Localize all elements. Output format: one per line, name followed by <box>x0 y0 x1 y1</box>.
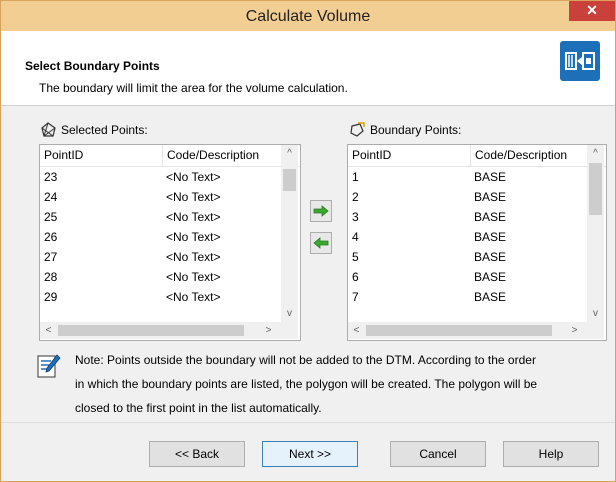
cell-pointid: 25 <box>44 210 58 224</box>
scroll-down-icon[interactable]: v <box>587 305 604 322</box>
list-item[interactable]: 26 <No Text> <box>40 227 282 247</box>
selected-list-header: PointID Code/Description <box>40 145 300 167</box>
boundary-points-label: Boundary Points: <box>349 122 461 137</box>
cell-pointid: 24 <box>44 190 58 204</box>
scroll-left-icon[interactable]: < <box>40 322 57 339</box>
title-bar: Calculate Volume ✕ <box>1 1 615 31</box>
arrow-right-icon <box>313 205 329 217</box>
cell-code: <No Text> <box>166 210 221 224</box>
scroll-thumb[interactable] <box>366 325 552 336</box>
cell-code: BASE <box>474 250 507 264</box>
list-item[interactable]: 2 BASE <box>348 187 588 207</box>
cell-pointid: 6 <box>352 270 359 284</box>
boundary-points-label-text: Boundary Points: <box>370 122 462 137</box>
scroll-up-icon[interactable]: ^ <box>587 145 604 162</box>
cell-code: <No Text> <box>166 250 221 264</box>
cell-code: BASE <box>474 210 507 224</box>
add-to-boundary-button[interactable] <box>310 200 332 222</box>
selected-vertical-scrollbar[interactable]: ^ v <box>281 145 298 323</box>
cell-pointid: 2 <box>352 190 359 204</box>
list-item[interactable]: 6 BASE <box>348 267 588 287</box>
volume-wizard-icon <box>560 41 600 81</box>
boundary-vertical-scrollbar[interactable]: ^ v <box>587 145 604 323</box>
cell-code: BASE <box>474 170 507 184</box>
list-item[interactable]: 1 BASE <box>348 167 588 187</box>
boundary-list-header: PointID Code/Description <box>348 145 606 167</box>
selected-horizontal-scrollbar[interactable]: < > <box>40 322 282 339</box>
step-description: The boundary will limit the area for the… <box>39 81 348 95</box>
cell-code: <No Text> <box>166 290 221 304</box>
list-item[interactable]: 28 <No Text> <box>40 267 282 287</box>
list-item[interactable]: 7 BASE <box>348 287 588 307</box>
cell-code: <No Text> <box>166 170 221 184</box>
list-item[interactable]: 27 <No Text> <box>40 247 282 267</box>
help-button[interactable]: Help <box>503 441 599 467</box>
note-line: Note: Points outside the boundary will n… <box>75 353 536 367</box>
scroll-thumb[interactable] <box>589 163 602 215</box>
cell-pointid: 7 <box>352 290 359 304</box>
list-item[interactable]: 3 BASE <box>348 207 588 227</box>
step-title: Select Boundary Points <box>25 59 160 73</box>
boundary-points-list[interactable]: PointID Code/Description 1 BASE 2 BASE 3… <box>347 144 607 341</box>
list-item[interactable]: 5 BASE <box>348 247 588 267</box>
list-item[interactable]: 25 <No Text> <box>40 207 282 227</box>
remove-from-boundary-button[interactable] <box>310 232 332 254</box>
cell-pointid: 26 <box>44 230 58 244</box>
cell-pointid: 28 <box>44 270 58 284</box>
note-text: Note: Points outside the boundary will n… <box>75 348 595 420</box>
scroll-right-icon[interactable]: > <box>260 322 277 339</box>
cell-code: <No Text> <box>166 230 221 244</box>
footer-separator <box>1 422 615 423</box>
col-header-pointid[interactable]: PointID <box>40 145 162 166</box>
scroll-corner <box>587 322 604 339</box>
selected-points-label: Selected Points: <box>41 122 148 137</box>
cell-pointid: 27 <box>44 250 58 264</box>
cell-pointid: 4 <box>352 230 359 244</box>
list-item[interactable]: 24 <No Text> <box>40 187 282 207</box>
cell-code: BASE <box>474 230 507 244</box>
boundary-icon <box>350 122 365 137</box>
scroll-thumb[interactable] <box>283 169 296 191</box>
cell-pointid: 5 <box>352 250 359 264</box>
scroll-down-icon[interactable]: v <box>281 305 298 322</box>
arrow-left-icon <box>313 237 329 249</box>
points-icon <box>41 122 56 137</box>
cell-pointid: 29 <box>44 290 58 304</box>
list-item[interactable]: 29 <No Text> <box>40 287 282 307</box>
note-line: in which the boundary points are listed,… <box>75 377 538 391</box>
cell-pointid: 23 <box>44 170 58 184</box>
cell-code: BASE <box>474 290 507 304</box>
cell-code: <No Text> <box>166 270 221 284</box>
scroll-up-icon[interactable]: ^ <box>281 145 298 162</box>
boundary-horizontal-scrollbar[interactable]: < > <box>348 322 588 339</box>
col-header-pointid[interactable]: PointID <box>348 145 470 166</box>
calculate-volume-dialog: Calculate Volume ✕ Select Boundary Point… <box>0 0 616 482</box>
cell-code: BASE <box>474 270 507 284</box>
note-icon <box>37 353 61 382</box>
cell-pointid: 3 <box>352 210 359 224</box>
close-button[interactable]: ✕ <box>569 1 615 21</box>
selected-points-list[interactable]: PointID Code/Description 23 <No Text> 24… <box>39 144 301 341</box>
cancel-button[interactable]: Cancel <box>390 441 486 467</box>
note-line: closed to the first point in the list au… <box>75 401 322 415</box>
scroll-thumb[interactable] <box>58 325 244 336</box>
col-header-code[interactable]: Code/Description <box>162 145 282 166</box>
cell-pointid: 1 <box>352 170 359 184</box>
wizard-header: Select Boundary Points The boundary will… <box>1 31 615 106</box>
scroll-right-icon[interactable]: > <box>566 322 583 339</box>
list-item[interactable]: 23 <No Text> <box>40 167 282 187</box>
scroll-corner <box>281 322 298 339</box>
back-button[interactable]: << Back <box>149 441 245 467</box>
next-button[interactable]: Next >> <box>262 441 358 467</box>
col-header-code[interactable]: Code/Description <box>470 145 588 166</box>
window-title: Calculate Volume <box>245 8 371 25</box>
list-item[interactable]: 4 BASE <box>348 227 588 247</box>
scroll-left-icon[interactable]: < <box>348 322 365 339</box>
selected-points-label-text: Selected Points: <box>61 122 148 137</box>
cell-code: <No Text> <box>166 190 221 204</box>
cell-code: BASE <box>474 190 507 204</box>
